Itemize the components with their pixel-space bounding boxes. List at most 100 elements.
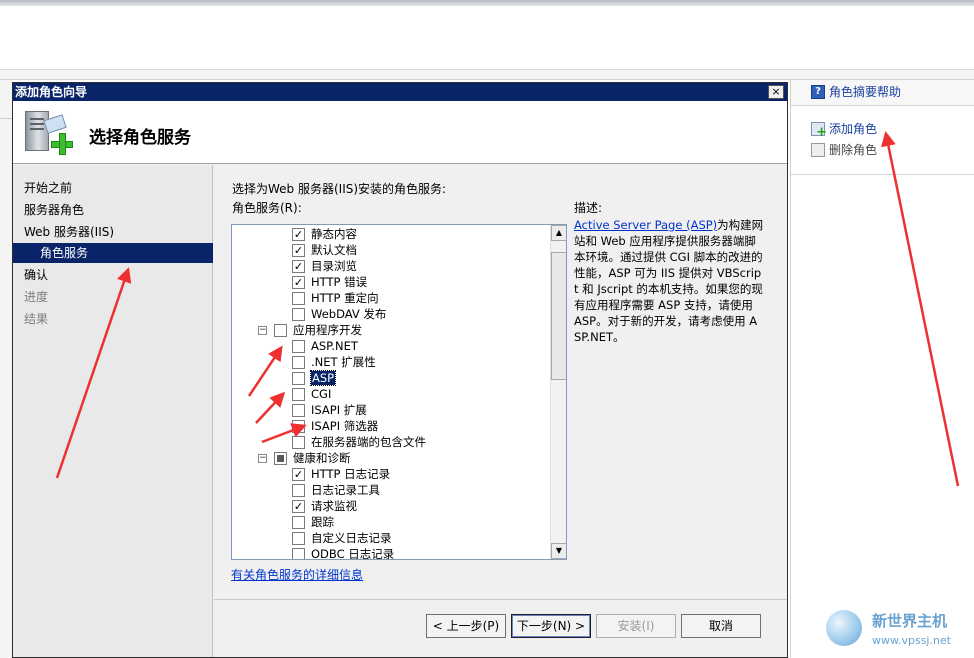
tree-scrollbar[interactable]: ▲ ▼ bbox=[550, 225, 566, 559]
tree-item-checkbox[interactable] bbox=[274, 451, 287, 465]
tree-item[interactable]: ISAPI 筛选器 bbox=[292, 418, 378, 434]
tree-item-label: ASP bbox=[309, 370, 337, 386]
add-roles-wizard-dialog: 添加角色向导 × 选择角色服务 开始之前 服务器角色 Web 服务器(IIS) … bbox=[12, 82, 788, 658]
tree-item-label: 请求监视 bbox=[311, 499, 357, 513]
tree-item-label: ISAPI 扩展 bbox=[311, 403, 367, 417]
tree-item[interactable]: .NET 扩展性 bbox=[292, 354, 376, 370]
add-role-label: 添加角色 bbox=[829, 122, 878, 136]
description-label: 描述: bbox=[574, 201, 603, 215]
dialog-titlebar[interactable]: 添加角色向导 × bbox=[13, 83, 787, 101]
tree-item-label: 默认文档 bbox=[311, 243, 357, 257]
remove-role-link[interactable]: 删除角色 bbox=[811, 141, 877, 158]
tree-item-checkbox[interactable] bbox=[292, 419, 305, 433]
add-role-link[interactable]: 添加角色 bbox=[811, 120, 878, 140]
tree-item-checkbox[interactable]: ✓ bbox=[292, 467, 305, 481]
tree-item-checkbox[interactable] bbox=[292, 435, 305, 449]
tree-item[interactable]: ✓ 请求监视 bbox=[292, 498, 357, 514]
scrollbar-thumb[interactable] bbox=[551, 252, 566, 380]
more-info-link[interactable]: 有关角色服务的详细信息 bbox=[231, 566, 363, 583]
nav-step-progress: 进度 bbox=[24, 290, 49, 304]
tree-item[interactable]: 跟踪 bbox=[292, 514, 334, 530]
tree-item-checkbox[interactable] bbox=[292, 307, 305, 321]
green-plus-icon bbox=[51, 133, 73, 155]
asp-description-link[interactable]: Active Server Page (ASP) bbox=[574, 218, 717, 232]
wizard-steps-nav: 开始之前 服务器角色 Web 服务器(IIS) 角色服务 确认 进度 结果 bbox=[13, 165, 213, 657]
tree-item-checkbox[interactable]: ✓ bbox=[292, 259, 305, 273]
tree-item[interactable]: 自定义日志记录 bbox=[292, 530, 392, 546]
tree-item-checkbox[interactable] bbox=[292, 387, 305, 401]
collapse-toggle-icon[interactable]: − bbox=[258, 325, 267, 335]
app-header-band bbox=[0, 6, 974, 70]
tree-item-checkbox[interactable] bbox=[292, 403, 305, 417]
tree-item[interactable]: ISAPI 扩展 bbox=[292, 402, 367, 418]
tree-item-label: 健康和诊断 bbox=[293, 451, 351, 465]
tree-item[interactable]: ✓ 目录浏览 bbox=[292, 258, 357, 274]
tree-item-checkbox[interactable]: ✓ bbox=[292, 243, 305, 257]
tree-item-checkbox[interactable] bbox=[292, 371, 305, 385]
tree-item-label: HTTP 日志记录 bbox=[311, 467, 391, 481]
tree-item-label: 日志记录工具 bbox=[311, 483, 380, 497]
tree-item-checkbox[interactable] bbox=[292, 339, 305, 353]
tree-item[interactable]: ✓ HTTP 错误 bbox=[292, 274, 367, 290]
tree-item-label: 目录浏览 bbox=[311, 259, 357, 273]
tree-item[interactable]: − 应用程序开发 bbox=[258, 322, 362, 338]
dialog-footer: < 上一步(P) 下一步(N) > 安装(I) 取消 bbox=[214, 599, 787, 657]
description-text-block: Active Server Page (ASP)为构建网站和 Web 应用程序提… bbox=[574, 217, 764, 345]
tree-item[interactable]: CGI bbox=[292, 386, 331, 402]
install-button: 安装(I) bbox=[596, 614, 676, 638]
role-services-tree[interactable]: ODBC 日志记录 自定义日志记录 跟踪 ✓ 请求监视 日志记录工具 ✓ HTTP 日志记录 −… bbox=[231, 224, 567, 560]
tree-item[interactable]: ✓ HTTP 日志记录 bbox=[292, 466, 390, 482]
tree-item-checkbox[interactable] bbox=[274, 323, 287, 337]
tree-item[interactable]: ✓ 默认文档 bbox=[292, 242, 357, 258]
tree-item[interactable]: HTTP 重定向 bbox=[292, 290, 379, 306]
close-button[interactable]: × bbox=[768, 85, 784, 99]
back-button[interactable]: < 上一步(P) bbox=[426, 614, 506, 638]
tree-item-checkbox[interactable] bbox=[292, 355, 305, 369]
scroll-down-arrow-icon[interactable]: ▼ bbox=[551, 543, 566, 559]
tree-item[interactable]: − 健康和诊断 bbox=[258, 450, 351, 466]
nav-step-before-you-begin[interactable]: 开始之前 bbox=[13, 178, 213, 198]
watermark-name: 新世界主机 bbox=[872, 612, 948, 630]
scroll-up-arrow-icon[interactable]: ▲ bbox=[551, 225, 566, 241]
tree-item-checkbox[interactable] bbox=[292, 515, 305, 529]
instruction-text: 选择为Web 服务器(IIS)安装的角色服务: bbox=[232, 182, 447, 196]
app-left-divider bbox=[0, 118, 12, 119]
next-button[interactable]: 下一步(N) > bbox=[511, 614, 591, 638]
tree-item-checkbox[interactable] bbox=[292, 483, 305, 497]
content-area: 选择为Web 服务器(IIS)安装的角色服务: 角色服务(R): 描述: ODB… bbox=[214, 165, 787, 599]
tree-item-checkbox[interactable] bbox=[292, 291, 305, 305]
tree-item-checkbox[interactable]: ✓ bbox=[292, 275, 305, 289]
nav-step-web-server-iis[interactable]: Web 服务器(IIS) bbox=[13, 222, 213, 242]
tree-item-checkbox[interactable]: ✓ bbox=[292, 499, 305, 513]
tree-item-label: ODBC 日志记录 bbox=[311, 547, 395, 560]
tree-item[interactable]: 日志记录工具 bbox=[292, 482, 380, 498]
tree-item-label: 静态内容 bbox=[311, 227, 357, 241]
page-title: 选择角色服务 bbox=[89, 128, 191, 148]
role-summary-help-label: 角色摘要帮助 bbox=[829, 85, 902, 99]
tree-item[interactable]: ASP bbox=[292, 370, 337, 386]
tree-item-checkbox[interactable] bbox=[292, 547, 305, 559]
tree-item-checkbox[interactable]: ✓ bbox=[292, 227, 305, 241]
cancel-button[interactable]: 取消 bbox=[681, 614, 761, 638]
tree-item-checkbox[interactable] bbox=[292, 531, 305, 545]
tree-item-label: HTTP 错误 bbox=[311, 275, 368, 289]
plus-bar-vertical bbox=[59, 133, 66, 155]
description-body: 为构建网站和 Web 应用程序提供服务器端脚本环境。通过提供 CGI 脚本的改进… bbox=[574, 218, 764, 344]
collapse-toggle-icon[interactable]: − bbox=[258, 453, 267, 463]
watermark: 新世界主机 www.vpssj.net bbox=[826, 608, 970, 654]
nav-step-server-roles[interactable]: 服务器角色 bbox=[13, 200, 213, 220]
role-services-label: 角色服务(R): bbox=[232, 201, 302, 215]
tree-item[interactable]: ASP.NET bbox=[292, 338, 358, 354]
server-slot bbox=[30, 128, 44, 130]
tree-item[interactable]: WebDAV 发布 bbox=[292, 306, 386, 322]
server-slot bbox=[30, 118, 44, 120]
tree-item[interactable]: 在服务器端的包含文件 bbox=[292, 434, 426, 450]
nav-step-role-services[interactable]: 角色服务 bbox=[13, 243, 213, 263]
tree-item[interactable]: ODBC 日志记录 bbox=[292, 546, 395, 560]
tree-item[interactable]: ✓ 静态内容 bbox=[292, 226, 357, 242]
tree-item-label: ASP.NET bbox=[311, 339, 358, 353]
app-toolbar-strip bbox=[0, 70, 974, 80]
nav-step-confirmation[interactable]: 确认 bbox=[13, 265, 213, 285]
role-summary-help-link[interactable]: ? 角色摘要帮助 bbox=[811, 83, 901, 100]
actions-pane: ? 角色摘要帮助 添加角色 删除角色 bbox=[790, 80, 974, 658]
